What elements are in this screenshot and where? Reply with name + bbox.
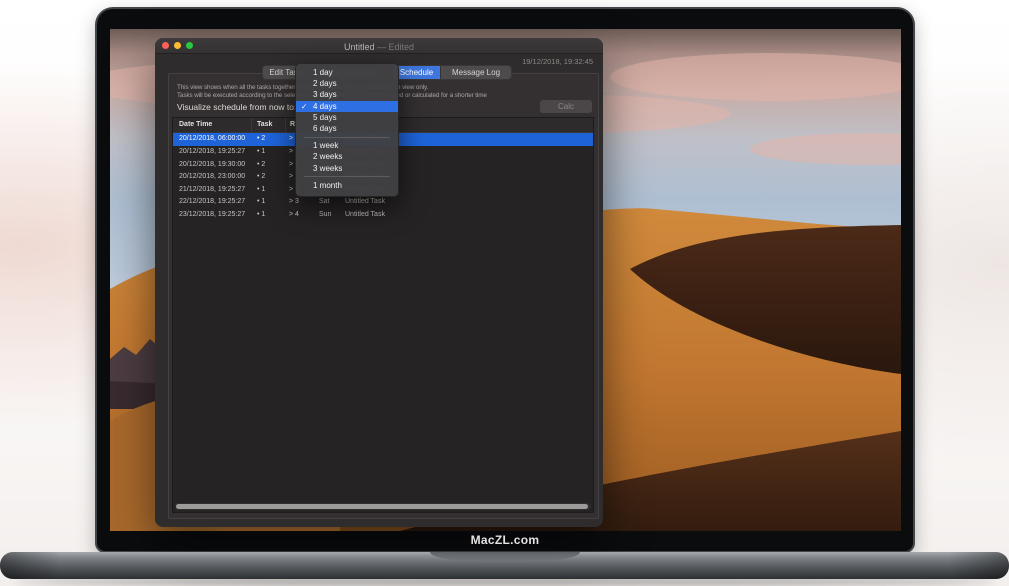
menu-item-1-week[interactable]: 1 week xyxy=(296,140,398,151)
current-datetime-label: 19/12/2018, 19:32:45 xyxy=(522,57,593,66)
cell-task: • 1 xyxy=(257,198,265,205)
calc-button[interactable]: Calc xyxy=(540,100,592,113)
cell-task: • 2 xyxy=(257,161,265,168)
menu-item-4-days[interactable]: ✓4 days xyxy=(296,101,398,112)
menu-item-1-day[interactable]: 1 day xyxy=(296,67,398,78)
menu-item-1-month[interactable]: 1 month xyxy=(296,180,398,191)
maczl-watermark: MacZL.com xyxy=(95,533,915,547)
tab-schedule[interactable]: Schedule xyxy=(393,66,441,79)
visualize-range-label: Visualize schedule from now to: xyxy=(177,102,296,112)
column-date-time[interactable]: Date Time xyxy=(179,121,212,128)
cell-datetime: 20/12/2018, 19:25:27 xyxy=(179,148,245,155)
window-title: Untitled — Edited xyxy=(155,42,603,52)
cell-task: • 1 xyxy=(257,148,265,155)
cell-datetime: 20/12/2018, 23:00:00 xyxy=(179,173,245,180)
cell-weekday: Sun xyxy=(319,211,331,218)
cell-datetime: 21/12/2018, 19:25:27 xyxy=(179,186,245,193)
cell-datetime: 20/12/2018, 19:30:00 xyxy=(179,161,245,168)
column-divider xyxy=(251,118,252,133)
menu-item-6-days[interactable]: 6 days xyxy=(296,123,398,134)
cell-run: > 4 xyxy=(289,211,299,218)
duration-popup-menu: 1 day 2 days 3 days ✓4 days 5 days 6 day… xyxy=(295,63,399,197)
column-divider xyxy=(285,118,286,133)
column-task[interactable]: Task xyxy=(257,121,272,128)
app-window: Untitled — Edited 19/12/2018, 19:32:45 E… xyxy=(155,38,603,527)
cell-datetime: 22/12/2018, 19:25:27 xyxy=(179,198,245,205)
cell-task: • 1 xyxy=(257,186,265,193)
checkmark-icon: ✓ xyxy=(301,102,307,111)
menu-item-2-days[interactable]: 2 days xyxy=(296,78,398,89)
menu-item-3-weeks[interactable]: 3 weeks xyxy=(296,163,398,174)
cell-run: > 3 xyxy=(289,198,299,205)
menu-separator xyxy=(304,176,390,177)
cell-task: • 2 xyxy=(257,173,265,180)
window-titlebar[interactable]: Untitled — Edited xyxy=(155,38,603,54)
cell-weekday: Sat xyxy=(319,198,330,205)
cell-datetime: 23/12/2018, 19:25:27 xyxy=(179,211,245,218)
menu-item-3-days[interactable]: 3 days xyxy=(296,89,398,100)
cell-task-name: Untitled Task xyxy=(345,211,385,218)
menu-item-5-days[interactable]: 5 days xyxy=(296,112,398,123)
horizontal-scrollbar[interactable] xyxy=(175,503,591,510)
menu-item-2-weeks[interactable]: 2 weeks xyxy=(296,151,398,162)
table-row[interactable]: 22/12/2018, 19:25:27 • 1 > 3 Sat Untitle… xyxy=(173,196,593,209)
cell-task: • 2 xyxy=(257,135,265,142)
cell-task-name: Untitled Task xyxy=(345,198,385,205)
cell-task: • 1 xyxy=(257,211,265,218)
tab-message-log[interactable]: Message Log xyxy=(441,66,511,79)
cell-datetime: 20/12/2018, 06:00:00 xyxy=(179,135,245,142)
menu-separator xyxy=(304,137,390,138)
table-row[interactable]: 23/12/2018, 19:25:27 • 1 > 4 Sun Untitle… xyxy=(173,209,593,222)
scrollbar-thumb[interactable] xyxy=(176,504,588,509)
